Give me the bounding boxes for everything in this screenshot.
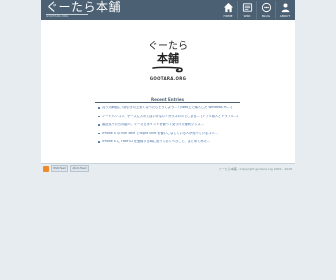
wiki-icon [242,3,252,12]
main-content: ぐーたら 本舗 GOOTARA.ORG Recent Entries 買った瞬間… [41,20,295,163]
recent-entry-link[interactable]: 最近買ったもの紹介。ぐーたらポイントを使って見つけた便利グッズ… [95,123,240,132]
about-icon [281,3,289,13]
main-nav: HOME WIKI BLOG ABOUT [220,1,293,19]
rss-icon[interactable] [43,166,49,172]
recent-entry-link[interactable]: iPhone X のTrue Tone とNight Shift を使いこなして… [95,132,240,141]
home-icon [223,2,233,13]
recent-entry-link[interactable]: iPhone X に Face ID を登録する時に知っておくべきこと、まとめて… [95,140,240,149]
nav-about-label: ABOUT [279,14,291,18]
recent-entries-list: 買った瞬間に7割引き以上安くなったらどうしよう…? (Web上で購入した Win… [95,103,240,149]
copyright-text: ぐーたら本舗 - Copyright gootara.org 2009 - 20… [218,167,292,171]
logo-url: GOOTARA.ORG [149,76,187,81]
nav-home-label: HOME [223,14,233,18]
footer-divider [41,163,295,164]
nav-home[interactable]: HOME [220,1,236,19]
nav-divider [256,1,257,19]
recent-entry-link[interactable]: 買った瞬間に7割引き以上安くなったらどうしよう…? (Web上で購入した Win… [95,106,240,115]
nav-divider [237,1,238,19]
nav-about[interactable]: ABOUT [277,1,293,19]
rss-feed-button[interactable]: RSS Feed [51,165,69,172]
nav-divider [275,1,276,19]
logo-text-top: ぐーたら [148,41,188,52]
nav-blog-label: BLOG [261,14,271,18]
logo-text-bottom: 本舗 [157,52,179,65]
site-logo[interactable]: ぐーたら 本舗 GOOTARA.ORG [144,41,192,85]
nav-blog[interactable]: BLOG [258,1,274,19]
nav-wiki-label: WIKI [243,14,251,18]
site-title[interactable]: ぐーたら本舗 [46,1,121,14]
site-subtitle: GOOTARA.ORG [46,14,88,18]
site-footer: RSS Feed Atom Feed ぐーたら本舗 - Copyright go… [41,163,295,177]
blog-icon [261,2,271,13]
atom-feed-button[interactable]: Atom Feed [70,165,89,172]
recent-entries: Recent Entries 買った瞬間に7割引き以上安くなったらどうしよう…?… [95,97,240,152]
nav-wiki[interactable]: WIKI [239,1,255,19]
brush-stroke-icon [152,66,183,73]
site-header: ぐーたら本舗 GOOTARA.ORG HOME WIKI BLOG ABOUT [41,0,295,20]
recent-entry-link[interactable]: ノートパソコン、ケースに入れてはいけない? ガラスの爪でこまる… (アプリ導入と… [95,115,240,124]
page: ぐーたら本舗 GOOTARA.ORG HOME WIKI BLOG ABOUT … [41,0,295,280]
